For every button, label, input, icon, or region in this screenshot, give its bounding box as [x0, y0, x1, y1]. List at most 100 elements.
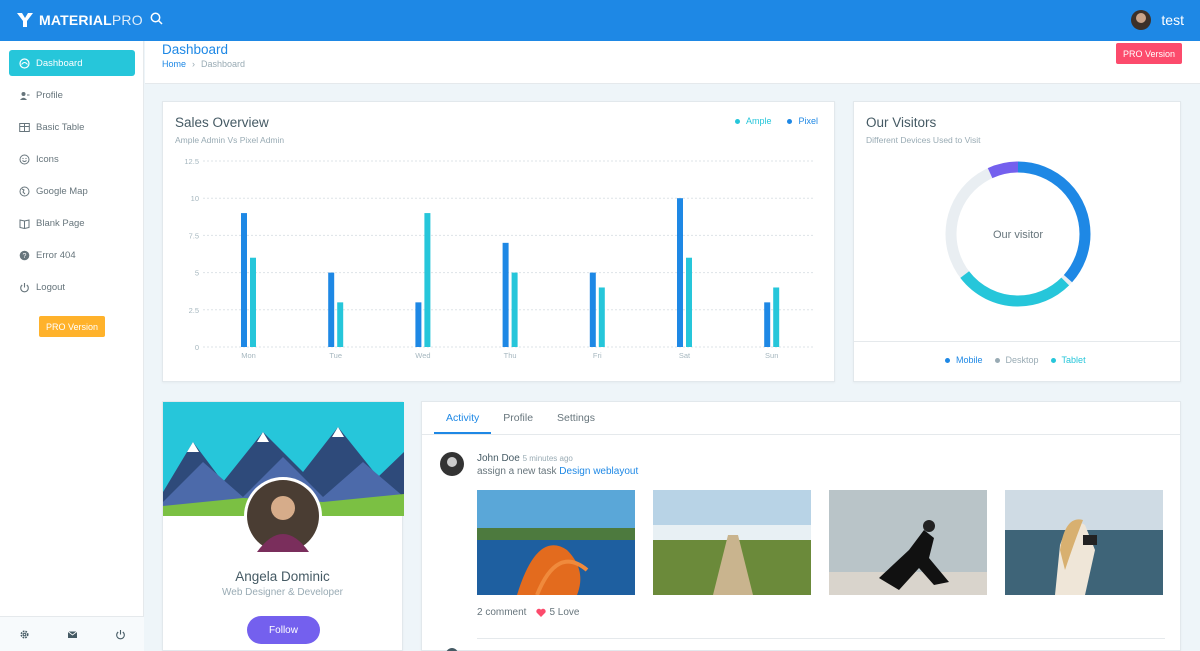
bar-pixel-sat[interactable] — [686, 257, 692, 347]
chevron-right-icon: › — [192, 59, 196, 69]
avatar — [1131, 10, 1152, 30]
bar-ample-tue[interactable] — [328, 272, 335, 347]
bar-pixel-mon[interactable] — [250, 257, 256, 347]
activity-photo-woman-sitting[interactable] — [829, 490, 987, 595]
sidebar: Dashboard Profile Basic Table Icons Goog… — [0, 41, 144, 651]
bar-ample-wed[interactable] — [415, 302, 422, 347]
y-tick-label: 0 — [195, 343, 199, 352]
sidebar-footer — [0, 616, 144, 651]
bar-ample-mon[interactable] — [241, 213, 247, 347]
sidebar-item-blank-page[interactable]: Blank Page — [9, 210, 135, 236]
sidebar-item-basic-table[interactable]: Basic Table — [9, 114, 135, 140]
follow-button[interactable]: Follow — [247, 616, 320, 644]
bar-pixel-tue[interactable] — [337, 302, 344, 347]
sidebar-item-label: Google Map — [36, 185, 88, 197]
breadcrumb: Home › Dashboard — [162, 59, 245, 69]
svg-text:?: ? — [23, 253, 27, 260]
x-tick-label: Tue — [329, 351, 342, 360]
sidebar-item-label: Logout — [36, 281, 66, 293]
power-icon — [20, 282, 29, 292]
legend-label: Desktop — [1005, 355, 1039, 365]
divider — [477, 638, 1165, 639]
donut-center-label: Our visitor — [993, 229, 1043, 241]
x-tick-label: Thu — [504, 351, 517, 360]
book-icon — [19, 218, 30, 229]
user-icon — [20, 91, 30, 100]
table-icon — [19, 122, 30, 132]
search-icon[interactable] — [150, 12, 163, 28]
sidebar-item-profile[interactable]: Profile — [9, 82, 135, 108]
topbar: MATERIALPRO test — [0, 0, 1200, 41]
activity-task-link[interactable]: Design weblayout — [559, 466, 638, 477]
mail-icon[interactable] — [67, 629, 78, 640]
dashboard-icon — [19, 57, 30, 69]
activity-photo-camera-girl[interactable] — [1005, 490, 1163, 595]
sidebar-nav: Dashboard Profile Basic Table Icons Goog… — [9, 50, 135, 306]
logo[interactable]: MATERIALPRO — [16, 12, 143, 28]
activity-card: Activity Profile Settings John Doe 5 min… — [421, 401, 1181, 651]
love-count: 5 Love — [549, 607, 580, 618]
power-icon[interactable] — [115, 629, 126, 640]
activity-time: 5 minutes ago — [522, 454, 573, 463]
globe-icon — [19, 186, 30, 196]
sidebar-item-logout[interactable]: Logout — [9, 274, 135, 300]
bar-ample-fri[interactable] — [589, 272, 596, 347]
sidebar-item-google-map[interactable]: Google Map — [9, 178, 135, 204]
bar-pixel-sun[interactable] — [773, 287, 780, 347]
help-icon: ? — [19, 250, 30, 260]
page-header: Dashboard Home › Dashboard PRO Version — [145, 41, 1200, 84]
legend-label: Tablet — [1061, 355, 1086, 365]
bar-pixel-thu[interactable] — [511, 272, 518, 347]
heart-icon — [536, 608, 547, 617]
sidebar-item-label: Profile — [36, 89, 63, 101]
legend-item-desktop: Desktop — [994, 355, 1039, 365]
activity-tabs: Activity Profile Settings — [422, 402, 1180, 435]
bar-ample-sat[interactable] — [677, 198, 683, 347]
sidebar-item-label: Dashboard — [36, 57, 83, 69]
sidebar-item-icons[interactable]: Icons — [9, 146, 135, 172]
legend-item-tablet: Tablet — [1050, 355, 1086, 365]
bar-pixel-fri[interactable] — [598, 287, 605, 347]
x-tick-label: Mon — [241, 351, 256, 360]
profile-role: Web Designer & Developer — [222, 587, 343, 598]
x-tick-label: Fri — [593, 351, 602, 360]
brand-name: MATERIALPRO — [39, 12, 143, 28]
sidebar-item-dashboard[interactable]: Dashboard — [9, 50, 135, 76]
activity-description: assign a new task — [477, 466, 557, 477]
sidebar-item-label: Basic Table — [36, 121, 85, 133]
profile-card: Angela Dominic Web Designer & Developer … — [162, 401, 404, 651]
pro-version-button[interactable]: PRO Version — [1116, 43, 1182, 64]
visitors-donut-chart: Our visitor — [945, 161, 1091, 307]
sidebar-pro-version-button[interactable]: PRO Version — [39, 316, 105, 337]
tab-profile[interactable]: Profile — [491, 402, 545, 434]
bar-ample-sun[interactable] — [764, 302, 771, 347]
legend-item-mobile: Mobile — [945, 355, 983, 365]
breadcrumb-home-link[interactable]: Home — [162, 59, 186, 69]
y-tick-label: 10 — [191, 194, 199, 203]
comment-count[interactable]: 2 comment — [477, 607, 526, 618]
legend-label: Mobile — [956, 355, 983, 365]
activity-photo-boardwalk[interactable] — [653, 490, 811, 595]
love-count-wrap[interactable]: 5 Love — [536, 607, 580, 618]
bar-pixel-wed[interactable] — [424, 213, 431, 347]
activity-header: John Doe 5 minutes ago — [477, 453, 573, 464]
activity-author[interactable]: John Doe — [477, 453, 520, 464]
visitors-legend: Mobile Desktop Tablet — [945, 355, 1086, 365]
sidebar-item-error-404[interactable]: ? Error 404 — [9, 242, 135, 268]
user-menu[interactable]: test — [1131, 10, 1184, 30]
user-name: test — [1161, 12, 1184, 28]
breadcrumb-current: Dashboard — [201, 59, 246, 69]
avatar — [244, 477, 322, 555]
tab-settings[interactable]: Settings — [545, 402, 607, 434]
sidebar-item-label: Icons — [36, 153, 59, 165]
x-tick-label: Wed — [415, 351, 430, 360]
y-tick-label: 2.5 — [189, 306, 199, 315]
activity-meta: 2 comment 5 Love — [477, 607, 580, 618]
gear-icon[interactable] — [19, 629, 30, 640]
activity-photo-ropes[interactable] — [477, 490, 635, 595]
logo-icon — [17, 13, 33, 27]
tab-activity[interactable]: Activity — [434, 402, 492, 434]
visitors-card: Our Visitors Different Devices Used to V… — [853, 101, 1181, 382]
bar-ample-thu[interactable] — [502, 242, 509, 347]
x-tick-label: Sun — [765, 351, 778, 360]
